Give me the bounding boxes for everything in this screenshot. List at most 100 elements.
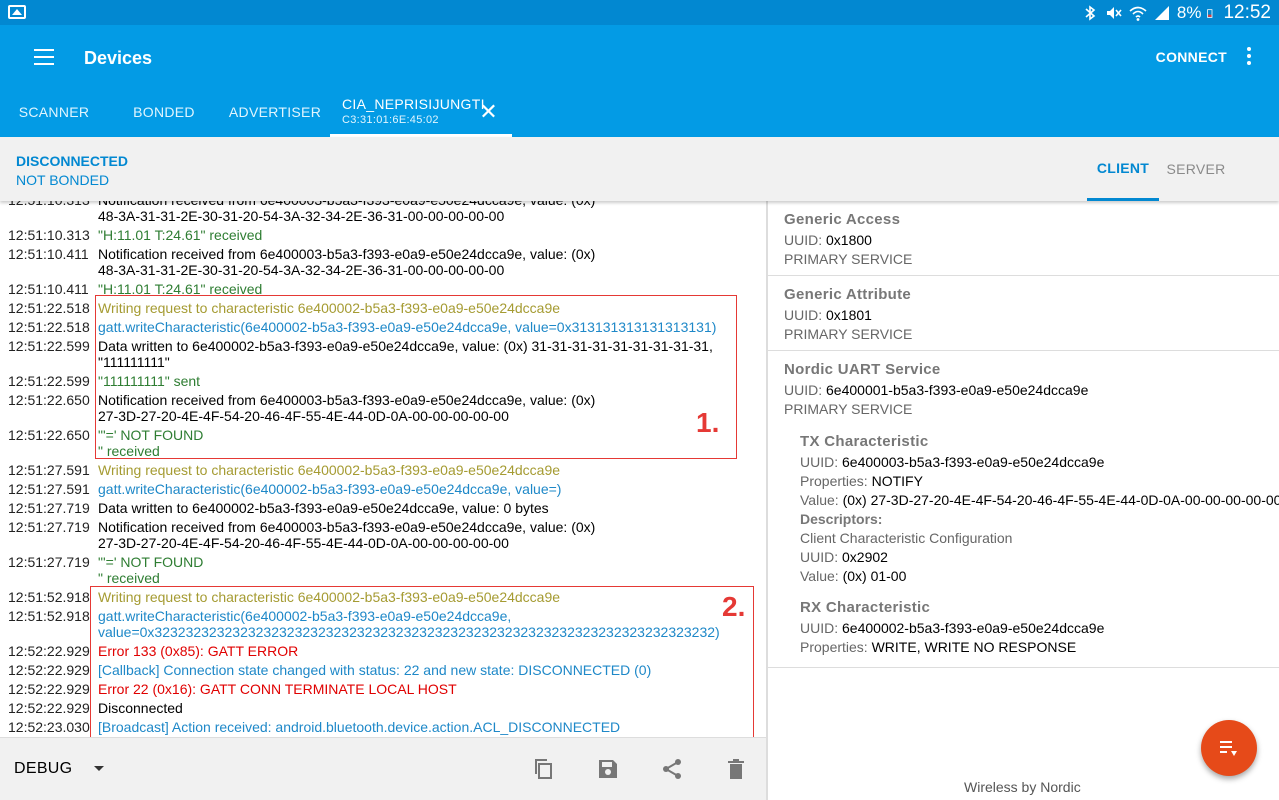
highlight-box-1 xyxy=(95,295,737,459)
log-level-select[interactable]: DEBUG xyxy=(14,760,72,778)
service-uuid: UUID: 6e400001-b5a3-f393-e0a9-e50e24dcca… xyxy=(784,382,1089,398)
log-timestamp: 12:51:10.313 xyxy=(8,227,90,243)
log-timestamp: 12:51:10.411 xyxy=(8,246,89,262)
descriptor-value: Value: (0x) 01-00 xyxy=(800,568,907,584)
tab-server[interactable]: SERVER xyxy=(1160,137,1232,201)
log-entry: 12:51:27.719 "'=' NOT FOUND " received xyxy=(0,554,766,586)
log-list[interactable]: 12:52:23.030 [Broadcast] Action received:… xyxy=(0,192,766,737)
app-bar: Devices CONNECT SCANNER BONDED ADVERTISE… xyxy=(0,25,1279,137)
log-message: "'=' NOT FOUND " received xyxy=(98,554,204,586)
service-type: PRIMARY SERVICE xyxy=(784,251,913,267)
save-icon[interactable] xyxy=(597,758,619,780)
characteristic-tx-name[interactable]: TX Characteristic xyxy=(800,433,928,450)
log-timestamp: 12:51:52.918 xyxy=(8,608,90,624)
page-title: Devices xyxy=(84,48,153,68)
wifi-icon xyxy=(1129,6,1147,21)
log-message: gatt.writeCharacteristic(6e400002-b5a3-f… xyxy=(98,481,562,497)
service-type: PRIMARY SERVICE xyxy=(784,401,913,417)
log-timestamp: 12:52:23.030 xyxy=(8,719,90,735)
log-entry: 12:51:27.591 Writing request to character… xyxy=(0,462,766,478)
signal-icon xyxy=(1154,5,1169,20)
characteristic-tx-uuid: UUID: 6e400003-b5a3-f393-e0a9-e50e24dcca… xyxy=(800,454,1105,470)
tab-bonded[interactable]: BONDED xyxy=(110,87,218,137)
service-name: Generic Attribute xyxy=(784,286,912,303)
log-timestamp: 12:52:22.929 xyxy=(8,681,90,697)
descriptors-heading: Descriptors: xyxy=(800,511,883,527)
log-timestamp: 12:52:22.929 xyxy=(8,700,90,716)
clock: 12:52 xyxy=(1223,1,1271,23)
characteristic-rx-name[interactable]: RX Characteristic xyxy=(800,599,930,616)
tab-client[interactable]: CLIENT xyxy=(1087,137,1159,201)
log-message: Notification received from 6e400003-b5a3… xyxy=(98,246,596,278)
tab-device[interactable]: CIA_NEPRISIJUNGTI C3:31:01:6E:45:02 ✕ xyxy=(330,87,512,137)
descriptor-uuid: UUID: 0x2902 xyxy=(800,549,888,565)
log-timestamp: 12:51:27.591 xyxy=(8,481,90,497)
more-vert-icon[interactable] xyxy=(1247,47,1251,67)
descriptor-name[interactable]: Client Characteristic Configuration xyxy=(800,530,1012,546)
log-timestamp: 12:51:22.650 xyxy=(8,392,90,408)
chevron-down-icon[interactable] xyxy=(94,766,104,771)
log-timestamp: 12:52:22.929 xyxy=(8,662,90,678)
characteristic-tx-value: Value: (0x) 27-3D-27-20-4E-4F-54-20-46-4… xyxy=(800,492,1279,508)
log-entry: 12:51:10.313 "H:11.01 T:24.61" received xyxy=(0,227,766,243)
vibrate-icon xyxy=(1106,6,1122,19)
service-nordic-uart[interactable]: Nordic UART Service UUID: 6e400001-b5a3-… xyxy=(768,351,1279,668)
connect-button[interactable]: CONNECT xyxy=(1156,49,1227,65)
log-message: Notification received from 6e400003-b5a3… xyxy=(98,519,596,551)
copy-icon[interactable] xyxy=(533,758,555,780)
battery-low-icon xyxy=(1207,8,1213,18)
log-timestamp: 12:51:22.599 xyxy=(8,373,90,389)
tab-scanner[interactable]: SCANNER xyxy=(0,87,108,137)
log-timestamp: 12:51:22.599 xyxy=(8,338,90,354)
highlight-box-2 xyxy=(90,586,754,737)
characteristic-tx-properties: Properties: NOTIFY xyxy=(800,473,923,489)
log-timestamp: 12:51:27.719 xyxy=(8,554,90,570)
log-fab-button[interactable] xyxy=(1201,720,1257,776)
share-icon[interactable] xyxy=(661,758,683,780)
playlist-icon xyxy=(1220,741,1237,756)
delete-icon[interactable] xyxy=(725,758,747,780)
log-entry: 12:51:27.719 Data written to 6e400002-b5a… xyxy=(0,500,766,516)
log-timestamp: 12:51:10.411 xyxy=(8,281,89,297)
connection-bar: DISCONNECTED NOT BONDED CLIENT SERVER xyxy=(0,137,1279,201)
log-timestamp: 12:51:22.650 xyxy=(8,427,90,443)
highlight-label-2: 2. xyxy=(722,591,746,622)
service-name: Nordic UART Service xyxy=(784,361,941,378)
log-timestamp: 12:51:22.518 xyxy=(8,300,90,316)
log-entry: 12:51:10.411 Notification received from 6… xyxy=(0,246,766,278)
characteristic-rx-uuid: UUID: 6e400002-b5a3-f393-e0a9-e50e24dcca… xyxy=(800,620,1105,636)
characteristic-rx-properties: Properties: WRITE, WRITE NO RESPONSE xyxy=(800,639,1077,655)
bluetooth-icon xyxy=(1085,4,1096,21)
footer-text: Wireless by Nordic xyxy=(964,779,1081,795)
service-generic-attribute[interactable]: Generic Attribute UUID: 0x1801 PRIMARY S… xyxy=(768,276,1279,351)
service-uuid: UUID: 0x1800 xyxy=(784,232,872,248)
log-timestamp: 12:51:52.918 xyxy=(8,589,90,605)
log-timestamp: 12:52:22.929 xyxy=(8,643,90,659)
log-timestamp: 12:51:27.719 xyxy=(8,519,90,535)
log-message: Data written to 6e400002-b5a3-f393-e0a9-… xyxy=(98,500,549,516)
gallery-icon xyxy=(8,5,26,19)
highlight-label-1: 1. xyxy=(696,407,720,438)
tab-device-name: CIA_NEPRISIJUNGTI xyxy=(342,95,485,112)
log-timestamp: 12:51:22.518 xyxy=(8,319,90,335)
status-bar: 8% 12:52 xyxy=(0,0,1279,25)
services-panel: Generic Access UUID: 0x1800 PRIMARY SERV… xyxy=(768,201,1279,800)
bond-state: NOT BONDED xyxy=(16,172,110,188)
service-name: Generic Access xyxy=(784,211,901,228)
log-timestamp: 12:51:27.591 xyxy=(8,462,90,478)
log-message: "H:11.01 T:24.61" received xyxy=(98,227,263,243)
connection-state: DISCONNECTED xyxy=(16,153,129,169)
log-timestamp: 12:51:27.719 xyxy=(8,500,90,516)
log-toolbar: DEBUG xyxy=(0,737,766,800)
menu-icon[interactable] xyxy=(34,49,54,65)
battery-percent: 8% xyxy=(1176,2,1202,22)
log-entry: 12:51:27.591 gatt.writeCharacteristic(6e4… xyxy=(0,481,766,497)
log-message: Writing request to characteristic 6e4000… xyxy=(98,462,561,478)
service-generic-access[interactable]: Generic Access UUID: 0x1800 PRIMARY SERV… xyxy=(768,201,1279,276)
tab-advertiser[interactable]: ADVERTISER xyxy=(220,87,330,137)
close-icon[interactable]: ✕ xyxy=(479,99,498,125)
service-type: PRIMARY SERVICE xyxy=(784,326,913,342)
service-uuid: UUID: 0x1801 xyxy=(784,307,872,323)
log-entry: 12:51:27.719 Notification received from 6… xyxy=(0,519,766,551)
tab-device-address: C3:31:01:6E:45:02 xyxy=(342,113,439,126)
